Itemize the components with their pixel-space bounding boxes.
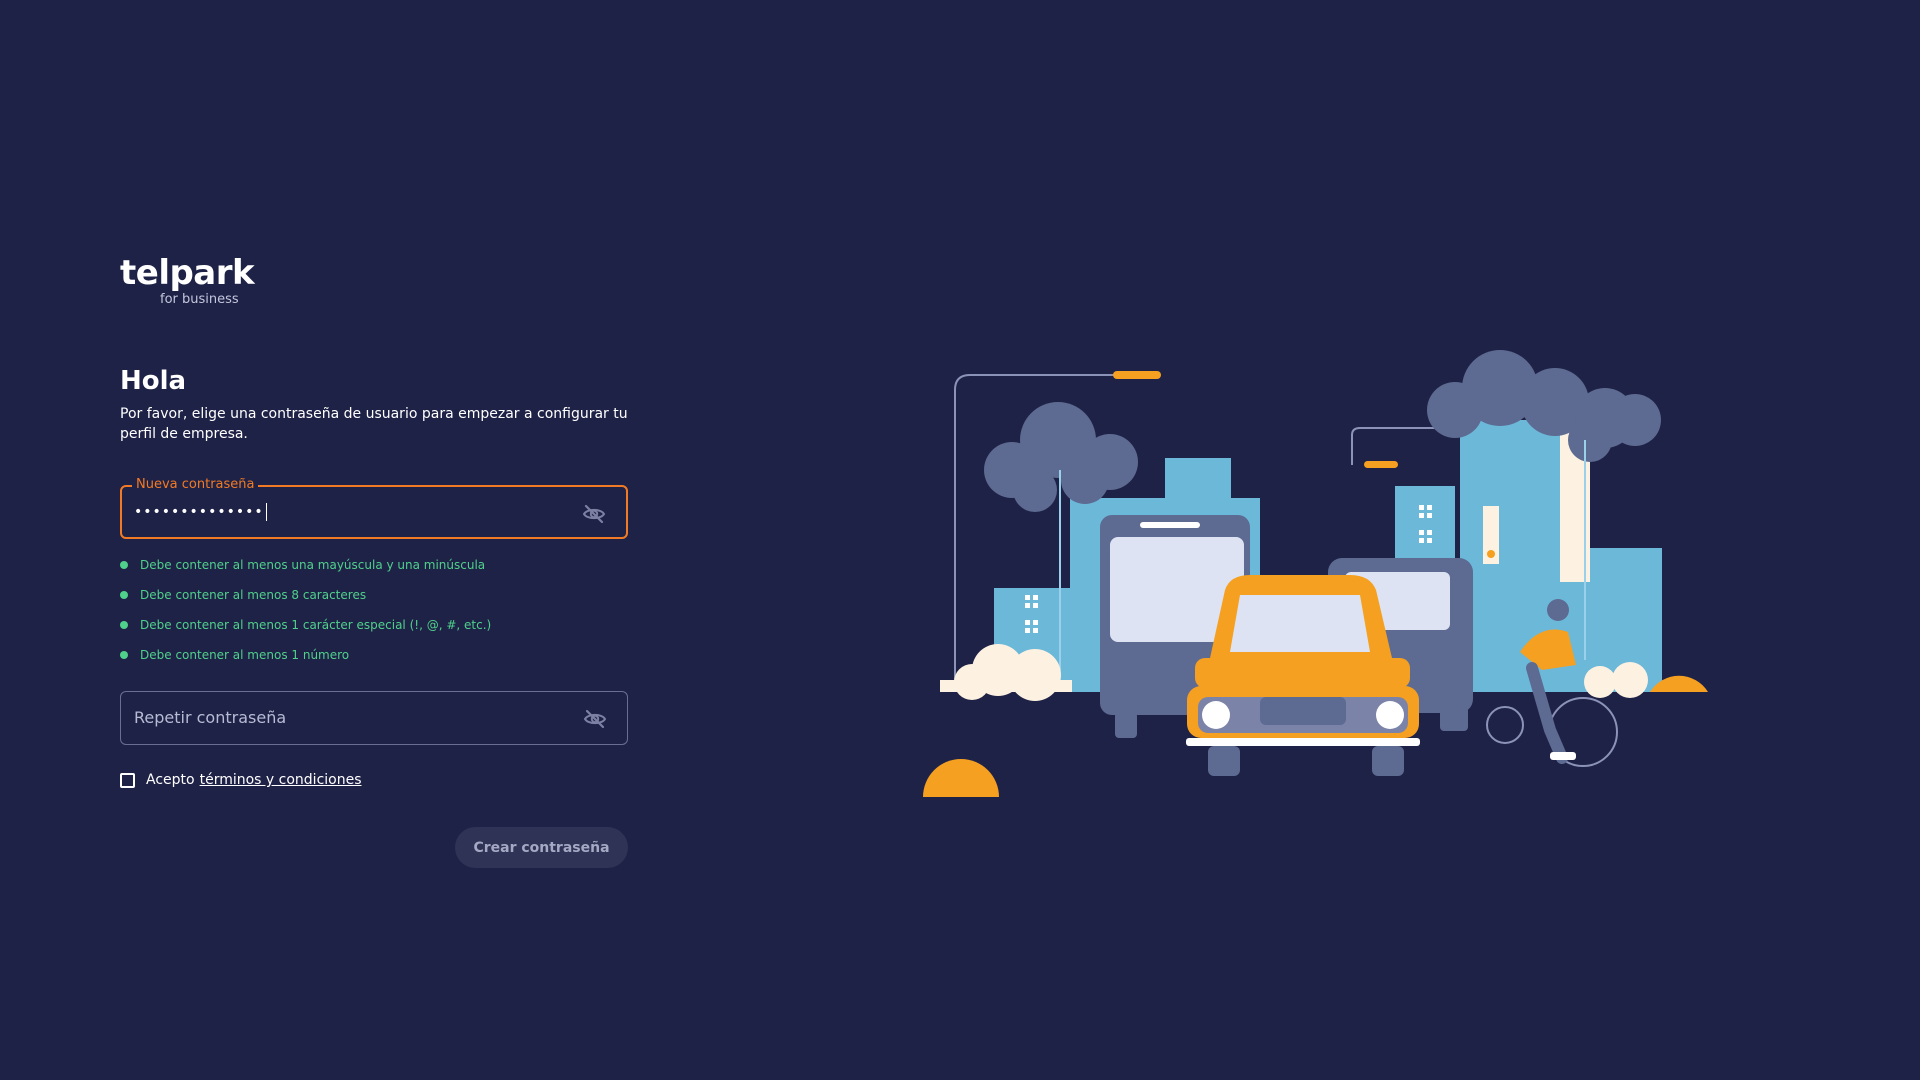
terms-row: Acepto términos y condiciones	[120, 772, 362, 788]
check-dot-icon	[120, 651, 128, 659]
check-dot-icon	[120, 591, 128, 599]
page-title: Hola	[120, 366, 187, 396]
rule-text: Debe contener al menos 1 carácter especi…	[140, 618, 492, 632]
new-password-field[interactable]: Nueva contraseña ••••••••••••••	[120, 477, 628, 539]
brand-logo: telpark for business	[120, 253, 255, 307]
rule-item: Debe contener al menos 1 número	[120, 640, 491, 670]
rule-item: Debe contener al menos 1 carácter especi…	[120, 610, 491, 640]
new-password-label: Nueva contraseña	[132, 477, 259, 492]
intro-text: Por favor, elige una contraseña de usuar…	[120, 406, 628, 442]
rule-text: Debe contener al menos una mayúscula y u…	[140, 558, 486, 572]
repeat-password-field[interactable]: Repetir contraseña	[120, 691, 628, 745]
terms-link[interactable]: términos y condiciones	[200, 772, 362, 788]
terms-prefix: Acepto	[146, 772, 195, 788]
new-password-value[interactable]: ••••••••••••••	[134, 503, 267, 521]
password-rules: Debe contener al menos una mayúscula y u…	[120, 550, 491, 670]
brand-tagline: for business	[160, 292, 239, 307]
city-traffic-illustration	[923, 350, 1708, 797]
check-dot-icon	[120, 561, 128, 569]
eye-slash-icon[interactable]	[583, 707, 607, 731]
rule-item: Debe contener al menos 8 caracteres	[120, 580, 491, 610]
eye-slash-icon[interactable]	[582, 502, 606, 526]
rule-item: Debe contener al menos una mayúscula y u…	[120, 550, 491, 580]
brand-name: telpark	[120, 253, 255, 293]
repeat-password-placeholder[interactable]: Repetir contraseña	[134, 708, 286, 727]
terms-checkbox[interactable]	[120, 772, 135, 788]
check-dot-icon	[120, 621, 128, 629]
create-password-button[interactable]: Crear contraseña	[455, 827, 628, 868]
rule-text: Debe contener al menos 8 caracteres	[140, 588, 367, 602]
rule-text: Debe contener al menos 1 número	[140, 648, 350, 662]
